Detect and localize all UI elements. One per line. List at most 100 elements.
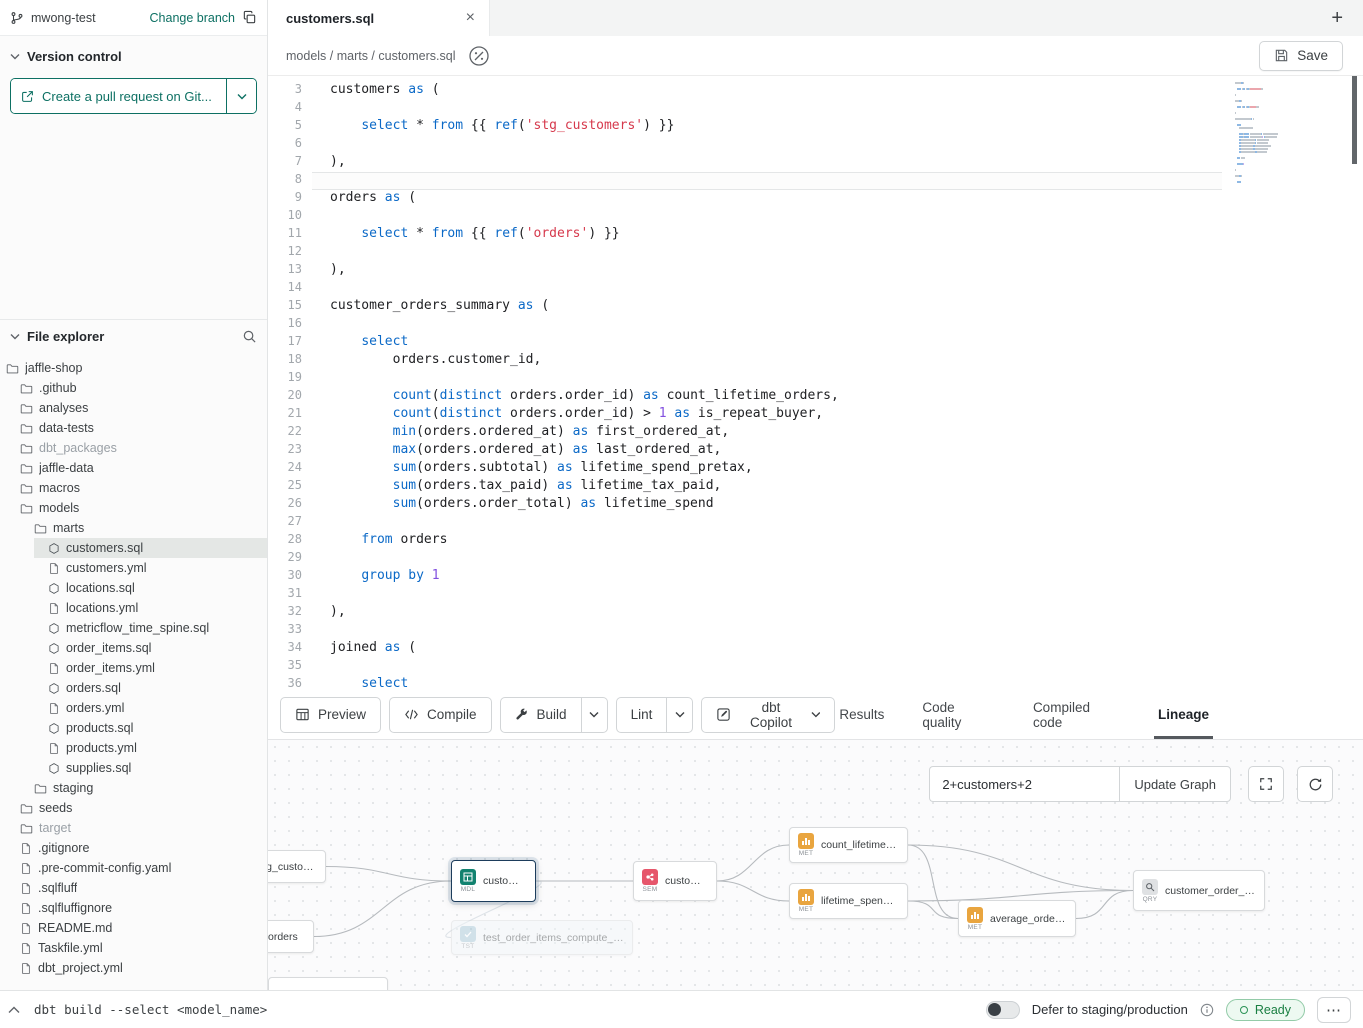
save-button[interactable]: Save [1259,41,1343,71]
tab-code-quality[interactable]: Code quality [918,690,999,739]
code-line[interactable]: 22 min(orders.ordered_at) as first_order… [268,424,1222,442]
lineage-node-test_order_items[interactable]: TSTtest_order_items_compute_to_bools... [451,920,633,955]
compile-button[interactable]: Compile [389,697,492,733]
tab-customers-sql[interactable]: customers.sql × [268,0,490,36]
lint-dropdown-button[interactable] [667,697,693,733]
code-line[interactable]: 11 select * from {{ ref('orders') }} [268,226,1222,244]
lineage-node-lifetime_spend_pretax[interactable]: METlifetime_spend_pretax [789,883,908,919]
tree-folder-analyses[interactable]: analyses [0,398,267,418]
tab-results[interactable]: Results [835,690,888,739]
code-editor[interactable]: 3customers as (45 select * from {{ ref('… [268,76,1363,690]
info-icon[interactable] [1200,1003,1214,1017]
tree-folder-seeds[interactable]: seeds [0,798,267,818]
tree-file-pre-commit-config-yaml[interactable]: .pre-commit-config.yaml [0,858,267,878]
close-tab-icon[interactable]: × [466,10,475,26]
code-line[interactable]: 6 [268,136,1222,154]
build-button[interactable]: Build [500,697,582,733]
tree-folder-github[interactable]: .github [0,378,267,398]
code-line[interactable]: 8 [268,172,1222,190]
tree-folder-dbt-packages[interactable]: dbt_packages [0,438,267,458]
tree-folder-jaffle-data[interactable]: jaffle-data [0,458,267,478]
code-line[interactable]: 10 [268,208,1222,226]
tree-file-sqlfluffignore[interactable]: .sqlfluffignore [0,898,267,918]
tree-file-products-yml[interactable]: products.yml [0,738,267,758]
code-line[interactable]: 15customer_orders_summary as ( [268,298,1222,316]
search-icon[interactable] [242,329,257,344]
code-line[interactable]: 36 select [268,676,1222,690]
tree-file-customers-yml[interactable]: customers.yml [0,558,267,578]
lineage-node-count_lifetime_orders[interactable]: METcount_lifetime_orders [789,827,908,863]
code-line[interactable]: 25 sum(orders.tax_paid) as lifetime_tax_… [268,478,1222,496]
collapse-panel-icon[interactable] [8,1006,20,1014]
preview-button[interactable]: Preview [280,697,381,733]
lineage-panel[interactable]: MDLstg_customers MDLorders MDLcustomers SEM… [268,740,1363,990]
tab-lineage[interactable]: Lineage [1154,690,1213,739]
tree-file-customers-sql[interactable]: customers.sql [0,538,267,558]
build-dropdown-button[interactable] [582,697,608,733]
lint-button[interactable]: Lint [616,697,668,733]
editor-scrollbar[interactable] [1352,76,1357,164]
tree-folder-macros[interactable]: macros [0,478,267,498]
code-line[interactable]: 27 [268,514,1222,532]
tree-file-taskfile-yml[interactable]: Taskfile.yml [0,938,267,958]
code-line[interactable]: 24 sum(orders.subtotal) as lifetime_spen… [268,460,1222,478]
code-line[interactable]: 17 select [268,334,1222,352]
docs-lineage-icon[interactable] [468,45,490,67]
lineage-node-average_order_value[interactable]: METaverage_order_value [958,900,1076,937]
code-line[interactable]: 33 [268,622,1222,640]
new-tab-button[interactable]: + [1331,8,1343,28]
file-explorer-header[interactable]: File explorer [0,319,267,350]
tree-folder-data-tests[interactable]: data-tests [0,418,267,438]
code-line[interactable]: 9orders as ( [268,190,1222,208]
more-options-button[interactable]: ⋯ [1317,997,1351,1023]
tree-file-locations-yml[interactable]: locations.yml [0,598,267,618]
copy-branch-icon[interactable] [242,10,257,25]
tree-file-readme-md[interactable]: README.md [0,918,267,938]
minimap[interactable] [1235,82,1315,184]
tree-file-orders-sql[interactable]: orders.sql [0,678,267,698]
tree-folder-jaffle-shop[interactable]: jaffle-shop [0,358,267,378]
lineage-node-stg_customers[interactable]: MDLstg_customers [268,850,326,883]
tree-file-locations-sql[interactable]: locations.sql [0,578,267,598]
tree-file-metricflow-time-spine-sql[interactable]: metricflow_time_spine.sql [0,618,267,638]
tree-file-orders-yml[interactable]: orders.yml [0,698,267,718]
version-control-header[interactable]: Version control [0,36,267,72]
code-line[interactable]: 29 [268,550,1222,568]
code-line[interactable]: 31 [268,586,1222,604]
code-line[interactable]: 30 group by 1 [268,568,1222,586]
create-pr-button[interactable]: Create a pull request on Git... [11,79,226,113]
code-line[interactable]: 26 sum(orders.order_total) as lifetime_s… [268,496,1222,514]
code-line[interactable]: 23 max(orders.ordered_at) as last_ordere… [268,442,1222,460]
tree-file-gitignore[interactable]: .gitignore [0,838,267,858]
tab-compiled-code[interactable]: Compiled code [1029,690,1124,739]
tree-file-supplies-sql[interactable]: supplies.sql [0,758,267,778]
lineage-node-orders[interactable]: MDLorders [268,920,314,953]
tree-folder-staging[interactable]: staging [0,778,267,798]
status-badge[interactable]: Ready [1226,999,1305,1021]
code-line[interactable]: 16 [268,316,1222,334]
lineage-node-customers-model[interactable]: MDLcustomers [451,860,536,902]
code-line[interactable]: 5 select * from {{ ref('stg_customers') … [268,118,1222,136]
tree-folder-marts[interactable]: marts [0,518,267,538]
tree-file-dbt-project-yml[interactable]: dbt_project.yml [0,958,267,978]
code-line[interactable]: 35 [268,658,1222,676]
lineage-node-partial-node[interactable] [268,977,388,990]
code-line[interactable]: 28 from orders [268,532,1222,550]
code-line[interactable]: 12 [268,244,1222,262]
code-line[interactable]: 4 [268,100,1222,118]
code-line[interactable]: 7), [268,154,1222,172]
refresh-button[interactable] [1297,766,1333,802]
code-line[interactable]: 3customers as ( [268,82,1222,100]
lineage-node-customer_order_metrics[interactable]: QRYcustomer_order_metrics [1133,870,1265,911]
lineage-node-customers-semantic[interactable]: SEMcustomers [633,861,717,901]
update-graph-button[interactable]: Update Graph [1119,766,1231,802]
defer-toggle[interactable] [986,1001,1020,1019]
dbt-copilot-button[interactable]: dbt Copilot [701,697,835,733]
code-line[interactable]: 21 count(distinct orders.order_id) > 1 a… [268,406,1222,424]
tree-file-products-sql[interactable]: products.sql [0,718,267,738]
tree-file-order-items-yml[interactable]: order_items.yml [0,658,267,678]
tree-file-sqlfluff[interactable]: .sqlfluff [0,878,267,898]
code-line[interactable]: 32), [268,604,1222,622]
code-line[interactable]: 18 orders.customer_id, [268,352,1222,370]
lineage-selector-input[interactable] [929,766,1119,802]
